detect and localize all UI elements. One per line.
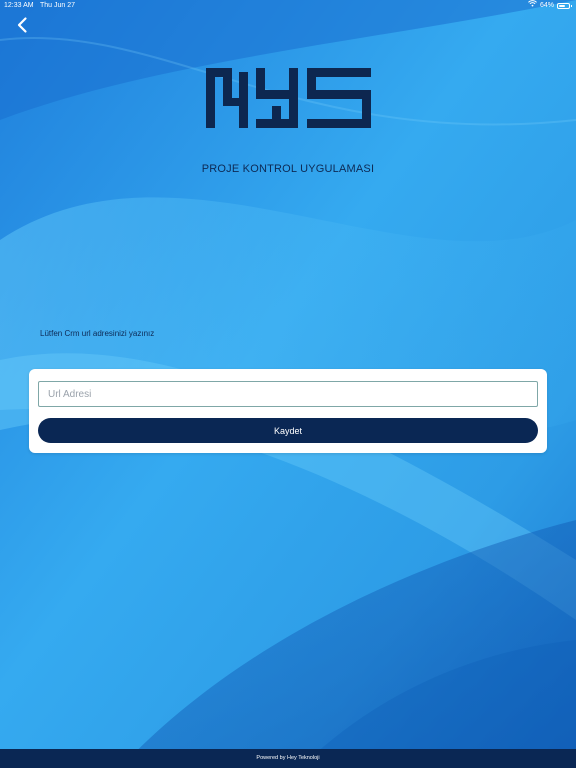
battery-level-fill (559, 5, 565, 7)
status-bar: 12:33 AM Thu Jun 27 64% (0, 0, 576, 12)
footer: Powered by Hey Teknoloji (0, 749, 576, 768)
chevron-left-icon (17, 17, 27, 33)
url-form-card: Kaydet (29, 369, 547, 453)
back-button[interactable] (12, 14, 34, 36)
footer-powered-by: Powered by Hey Teknoloji (256, 755, 320, 761)
save-button[interactable]: Kaydet (38, 418, 538, 443)
url-input[interactable] (38, 381, 538, 407)
nys-logo (205, 68, 371, 128)
status-indicators: 64% (528, 0, 572, 12)
url-prompt-label: Lütfen Crm url adresinizi yazınız (40, 329, 155, 338)
wifi-icon (528, 0, 537, 12)
status-date: Thu Jun 27 (40, 2, 76, 9)
battery-percent: 64% (539, 2, 554, 9)
app-title: PROJE KONTROL UYGULAMASI (201, 163, 375, 175)
battery-icon (557, 3, 572, 9)
status-time: 12:33 AM (4, 2, 34, 9)
nys-logo-graphic (206, 68, 371, 128)
